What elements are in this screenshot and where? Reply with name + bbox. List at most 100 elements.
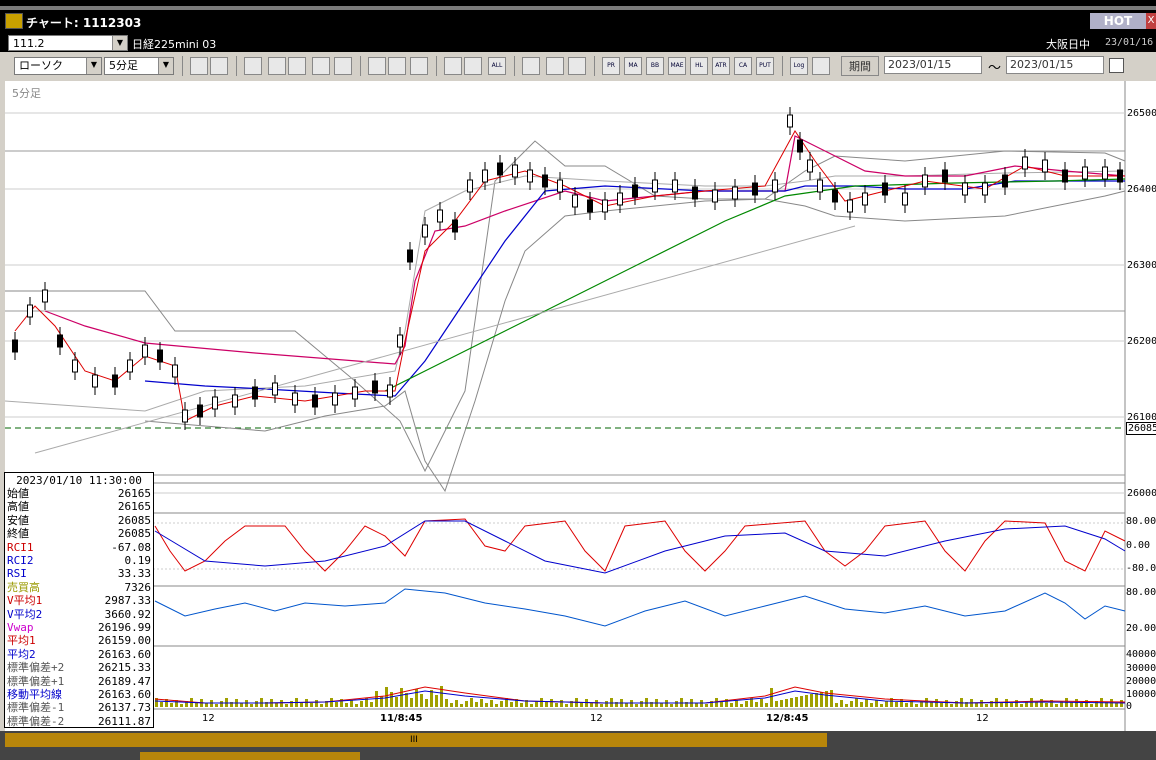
- candle-icon[interactable]: [288, 57, 306, 75]
- data-row: RCI2 0.19: [7, 554, 151, 567]
- data-row: RCI1 -67.08: [7, 541, 151, 554]
- market-label: 大阪日中: [1046, 38, 1090, 51]
- crosshair-icon[interactable]: [244, 57, 262, 75]
- data-panel: 2023/01/10 11:30:00 始値 26165 高値 26165 安値 2608…: [4, 472, 154, 728]
- time-tick: 12: [202, 713, 215, 724]
- settings-icon[interactable]: [522, 57, 540, 75]
- hot-button[interactable]: HOT: [1090, 13, 1146, 29]
- chart-type-select[interactable]: ローソク ▼: [14, 57, 102, 75]
- time-tick: 12: [976, 713, 989, 724]
- axis-tick: 20.00: [1126, 623, 1156, 634]
- data-row: 高値 26165: [7, 500, 151, 513]
- scroll-thumb-secondary[interactable]: [140, 752, 360, 760]
- chevron-down-icon[interactable]: ▼: [158, 58, 173, 74]
- put-icon[interactable]: PUT: [756, 57, 774, 75]
- axis-tick: 20000: [1126, 676, 1156, 687]
- date-from-value: 2023/01/15: [888, 58, 952, 71]
- toolbar-separator: [360, 56, 361, 76]
- atr-icon[interactable]: ATR: [712, 57, 730, 75]
- data-row: 移動平均線 26163.60: [7, 688, 151, 701]
- data-row-label: 安値: [7, 513, 29, 527]
- data-row: Vwap 26196.99: [7, 621, 151, 634]
- data-row-label: 平均2: [7, 647, 36, 661]
- zoom-icon[interactable]: [190, 57, 208, 75]
- axis-tick: 80.00: [1126, 516, 1156, 527]
- toolbar-separator: [782, 56, 783, 76]
- date-to-input[interactable]: 2023/01/15: [1006, 56, 1104, 74]
- date-to-value: 2023/01/15: [1010, 58, 1074, 71]
- close-button[interactable]: X: [1146, 13, 1156, 29]
- current-price-label: 26085: [1126, 422, 1156, 435]
- data-row-label: RSI: [7, 567, 27, 581]
- grid-icon[interactable]: [210, 57, 228, 75]
- time-tick: 11/8:45: [380, 713, 423, 724]
- data-row-label: 終値: [7, 527, 29, 541]
- interval-value: 5分足: [109, 59, 138, 72]
- checkbox[interactable]: [1109, 58, 1124, 73]
- data-row-label: V平均2: [7, 607, 43, 621]
- chevron-down-icon[interactable]: ▼: [86, 58, 101, 74]
- pencil-icon[interactable]: [368, 57, 386, 75]
- data-row-label: Vwap: [7, 621, 34, 634]
- line-b-icon[interactable]: [464, 57, 482, 75]
- symbol-code: 111.2: [13, 37, 45, 50]
- data-row-label: 標準偏差+1: [7, 674, 65, 688]
- data-row-value: 3660.92: [104, 607, 151, 621]
- interval-select[interactable]: 5分足 ▼: [104, 57, 174, 75]
- data-row: 売買高 7326: [7, 581, 151, 594]
- data-datetime: 2023/01/10 11:30:00: [16, 474, 142, 487]
- data-row: 標準偏差-2 26111.87: [7, 715, 151, 728]
- symbol-code-select[interactable]: 111.2 ▼: [8, 35, 128, 51]
- data-row-label: 始値: [7, 487, 29, 500]
- header-date: 23/01/16: [1105, 37, 1154, 48]
- bb-icon[interactable]: BB: [646, 57, 664, 75]
- chevron-down-icon[interactable]: ▼: [112, 36, 127, 50]
- data-row: 安値 26085: [7, 514, 151, 527]
- wrench-icon[interactable]: [546, 57, 564, 75]
- undo-icon[interactable]: [410, 57, 428, 75]
- chart-area[interactable]: [4, 81, 1156, 731]
- data-row-value: 26215.33: [98, 661, 151, 675]
- axis-tick: 10000: [1126, 689, 1156, 700]
- calculator-icon[interactable]: [334, 57, 352, 75]
- all-icon[interactable]: ALL: [488, 57, 506, 75]
- chart-canvas[interactable]: [4, 81, 1156, 731]
- data-row-value: 26085: [117, 513, 151, 527]
- price-tick: 26300: [1127, 260, 1156, 271]
- palette-icon[interactable]: [568, 57, 586, 75]
- line-a-icon[interactable]: [444, 57, 462, 75]
- data-row: 終値 26085: [7, 527, 151, 540]
- price-tick: 26000: [1127, 488, 1156, 499]
- data-row-value: 26159.00: [98, 634, 151, 648]
- mae-icon[interactable]: MAE: [668, 57, 686, 75]
- hl-icon[interactable]: HL: [690, 57, 708, 75]
- zoom-chart-icon[interactable]: [268, 57, 286, 75]
- period-button[interactable]: 期間: [841, 56, 879, 76]
- date-from-input[interactable]: 2023/01/15: [884, 56, 982, 74]
- data-row-label: V平均1: [7, 594, 43, 608]
- data-row-label: 平均1: [7, 634, 36, 648]
- log-icon[interactable]: Log: [790, 57, 808, 75]
- toolbar-separator: [436, 56, 437, 76]
- data-row: RSI 33.33: [7, 567, 151, 580]
- time-tick: 12: [590, 713, 603, 724]
- symbol-name: 日経225mini 03: [132, 38, 217, 51]
- data-row-label: 高値: [7, 500, 29, 514]
- data-row: 平均1 26159.00: [7, 634, 151, 647]
- window-title: チャート: 1112303: [26, 16, 142, 30]
- data-row-value: -67.08: [111, 540, 151, 554]
- cursor-icon[interactable]: [388, 57, 406, 75]
- ca-icon[interactable]: CA: [734, 57, 752, 75]
- price-tick: 26400: [1127, 184, 1156, 195]
- toolbar-separator: [514, 56, 515, 76]
- time-tick: 12/8:45: [766, 713, 809, 724]
- data-row-value: 26165: [117, 500, 151, 514]
- ma-icon[interactable]: MA: [624, 57, 642, 75]
- trend-icon[interactable]: [312, 57, 330, 75]
- data-row-value: 26189.47: [98, 674, 151, 688]
- interval-label: 5分足: [12, 87, 41, 100]
- export-icon[interactable]: [812, 57, 830, 75]
- toolbar-separator: [182, 56, 183, 76]
- axis-tick: 40000: [1126, 649, 1156, 660]
- pr-icon[interactable]: PR: [602, 57, 620, 75]
